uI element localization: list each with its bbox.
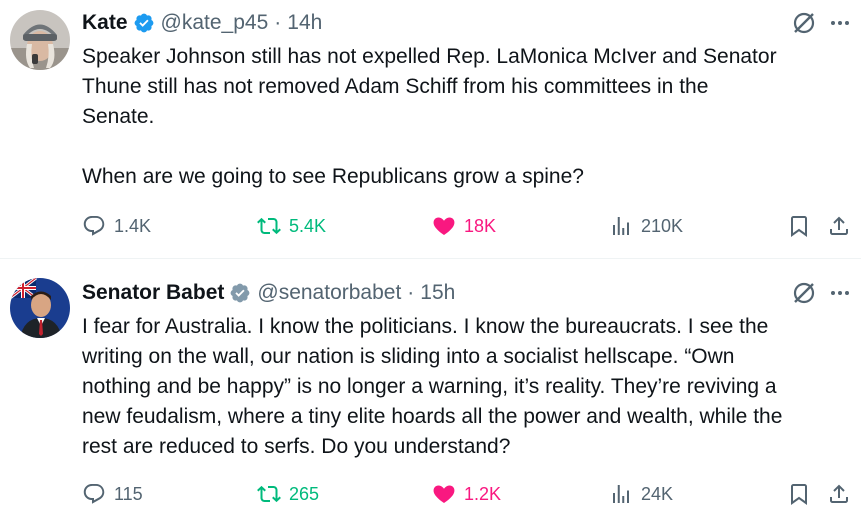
grok-icon[interactable] xyxy=(791,10,817,36)
timestamp[interactable]: 14h xyxy=(287,11,322,35)
author-handle[interactable]: @kate_p45 xyxy=(161,11,269,35)
like-button[interactable]: 18K xyxy=(432,211,496,241)
views-icon xyxy=(613,217,629,235)
reply-icon xyxy=(83,484,105,504)
reply-count: 115 xyxy=(114,483,143,504)
author-handle[interactable]: @senatorbabet xyxy=(257,281,401,305)
retweet-icon xyxy=(257,485,281,503)
author-name[interactable]: Senator Babet xyxy=(82,281,224,305)
reply-icon xyxy=(83,216,105,236)
view-count: 24K xyxy=(641,483,674,504)
reply-button[interactable]: 115 xyxy=(82,479,143,509)
view-count: 210K xyxy=(641,215,684,236)
retweet-count: 265 xyxy=(289,483,320,504)
retweet-button[interactable]: 265 xyxy=(257,479,319,509)
more-icon[interactable] xyxy=(829,282,851,304)
tweet-header: Kate @kate_p45 · 14h xyxy=(82,8,322,38)
retweet-icon xyxy=(257,217,281,235)
tweet-header: Senator Babet @senatorbabet · 15h xyxy=(82,278,455,308)
avatar[interactable] xyxy=(10,10,70,70)
separator-dot: · xyxy=(407,281,415,304)
action-bar: 1.4K 5.4K 18K 210K xyxy=(82,211,857,241)
avatar-image xyxy=(10,10,70,70)
author-name[interactable]: Kate xyxy=(82,11,128,35)
verified-badge-icon xyxy=(134,13,153,33)
views-button[interactable]: 210K xyxy=(609,211,683,241)
retweet-button[interactable]: 5.4K xyxy=(257,211,326,241)
share-button[interactable] xyxy=(827,211,851,241)
timestamp[interactable]: 15h xyxy=(420,281,455,305)
action-bar: 115 265 1.2K 24K xyxy=(82,479,857,509)
share-button[interactable] xyxy=(827,479,851,509)
like-button[interactable]: 1.2K xyxy=(432,479,501,509)
tweet-top-actions xyxy=(791,280,851,306)
tweet[interactable]: Kate @kate_p45 · 14h Speaker Johnson sti… xyxy=(0,0,861,258)
views-button[interactable]: 24K xyxy=(609,479,673,509)
avatar[interactable] xyxy=(10,278,70,338)
reply-button[interactable]: 1.4K xyxy=(82,211,151,241)
share-icon xyxy=(830,216,848,235)
like-icon xyxy=(433,217,455,236)
grok-icon[interactable] xyxy=(791,280,817,306)
verified-badge-icon xyxy=(230,283,250,303)
separator-dot: · xyxy=(274,11,282,34)
bookmark-button[interactable] xyxy=(787,479,811,509)
views-icon xyxy=(613,485,629,503)
bookmark-button[interactable] xyxy=(787,211,811,241)
tweet-top-actions xyxy=(791,10,851,36)
bookmark-icon xyxy=(791,484,807,505)
retweet-count: 5.4K xyxy=(289,215,327,236)
reply-count: 1.4K xyxy=(114,215,152,236)
more-icon[interactable] xyxy=(829,12,851,34)
tweet-text: Speaker Johnson still has not expelled R… xyxy=(82,45,777,188)
bookmark-icon xyxy=(791,216,807,237)
share-icon xyxy=(830,484,848,503)
like-count: 1.2K xyxy=(464,483,502,504)
like-count: 18K xyxy=(464,215,497,236)
like-icon xyxy=(433,485,455,504)
avatar-image xyxy=(10,278,70,338)
